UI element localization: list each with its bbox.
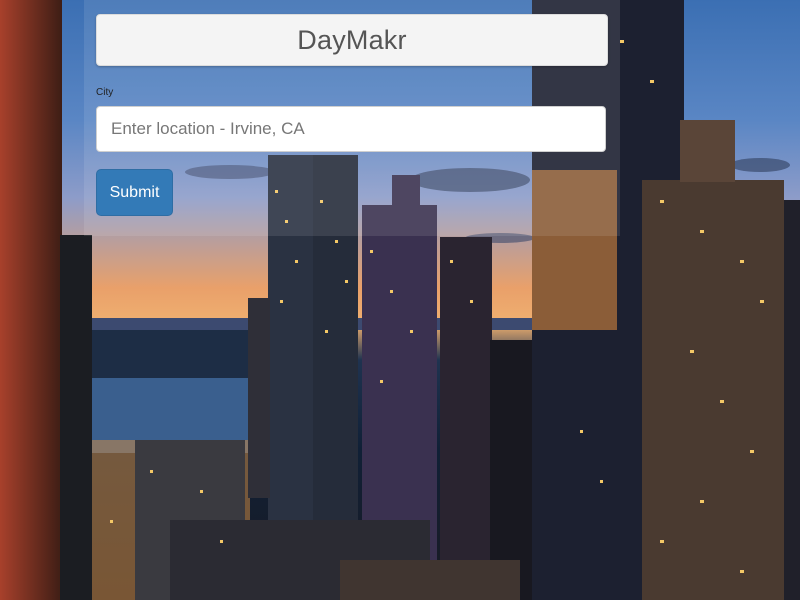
app-root: DayMakr City Submit [0,0,800,600]
submit-button[interactable]: Submit [96,169,173,216]
city-label: City [96,87,114,98]
page-title: DayMakr [297,24,407,55]
city-input[interactable] [96,106,606,152]
app-title-banner: DayMakr [96,14,608,66]
